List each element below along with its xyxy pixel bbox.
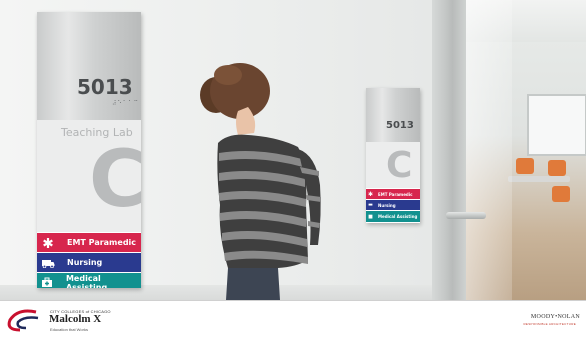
footer-bar: CITY COLLEGES of CHICAGO Malcolm X Educa… xyxy=(0,300,586,339)
office-whiteboard xyxy=(527,94,586,156)
room-letter: C xyxy=(89,135,141,225)
office-chair xyxy=(548,160,566,176)
program-label: Nursing xyxy=(378,202,396,208)
ambulance-icon: ▬ xyxy=(368,202,373,208)
ambulance-icon xyxy=(37,258,59,268)
small-room-sign: 5013 C ✱ EMT Paramedic ▬ Nursing ■ Medic… xyxy=(366,88,420,223)
program-band-emt: EMT Paramedic xyxy=(37,233,141,252)
college-name: Malcolm X xyxy=(49,313,102,325)
sign-metal-panel xyxy=(366,88,420,142)
program-band-nursing: ▬ Nursing xyxy=(366,200,420,210)
office-table xyxy=(508,176,570,182)
college-tagline: Education that Works xyxy=(50,327,88,332)
program-label: EMT Paramedic xyxy=(67,238,137,247)
star-of-life-icon: ✱ xyxy=(367,190,374,198)
medical-bag-icon: ■ xyxy=(368,213,373,220)
program-label: Medical Assisting xyxy=(65,273,108,289)
large-room-sign: 5013 ⠼⠑⠁⠁⠉ Teaching Lab C EMT Paramedic … xyxy=(37,12,141,288)
program-band-nursing: Nursing xyxy=(37,253,141,272)
braille-text: ⠼⠑⠁⠁⠉ xyxy=(112,101,139,107)
office-chair xyxy=(516,158,534,174)
program-label: Medical Assisting xyxy=(378,214,418,219)
program-band-medical-assisting: ■ Medical Assisting xyxy=(366,211,420,222)
door-glass-panel xyxy=(466,0,512,300)
program-label: EMT Paramedic xyxy=(378,191,413,197)
star-of-life-icon xyxy=(37,237,59,249)
room-number: 5013 xyxy=(77,75,133,99)
office-chair xyxy=(552,186,570,202)
malcolm-x-logo-icon xyxy=(7,309,39,332)
door-frame xyxy=(432,0,466,300)
room-letter: C xyxy=(386,145,413,186)
door-handle xyxy=(446,212,486,219)
firm-subtitle: RESPONSIBLE ARCHITECTURE xyxy=(523,322,576,326)
person-figure xyxy=(200,63,321,300)
room-number: 5013 xyxy=(386,120,414,131)
program-label: Nursing xyxy=(67,258,103,267)
program-band-emt: ✱ EMT Paramedic xyxy=(366,189,420,199)
medical-bag-icon xyxy=(37,277,58,288)
program-band-medical-assisting: Medical Assisting xyxy=(37,273,141,288)
signage-rendering-scene: 5013 ⠼⠑⠁⠁⠉ Teaching Lab C EMT Paramedic … xyxy=(0,0,586,300)
firm-name: MOODY•NOLAN xyxy=(530,314,580,320)
